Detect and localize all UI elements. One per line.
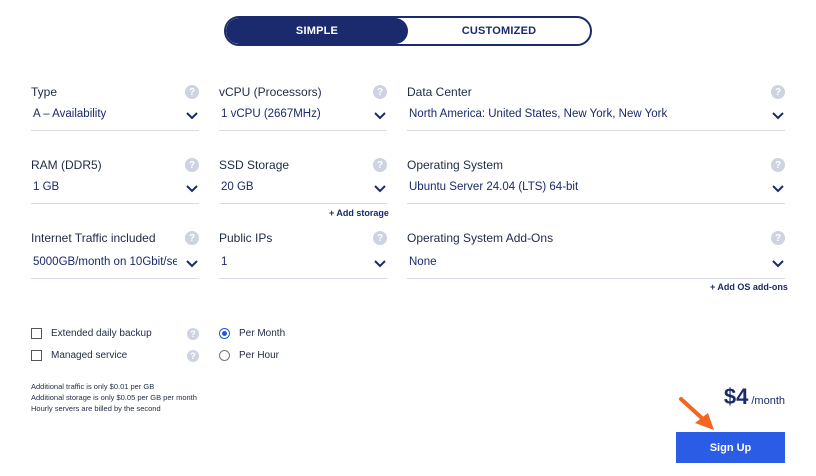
chevron-down-icon: [186, 185, 198, 193]
ram-select[interactable]: 1 GB: [31, 179, 199, 204]
osaddons-select[interactable]: None: [407, 254, 785, 279]
chevron-down-icon: [374, 260, 386, 268]
datacenter-label: Data Center: [407, 85, 472, 99]
chevron-down-icon: [772, 185, 784, 193]
ips-select[interactable]: 1: [219, 254, 387, 279]
managed-checkbox[interactable]: [31, 350, 42, 361]
ram-help-icon[interactable]: ?: [185, 158, 199, 172]
ssd-value: 20 GB: [221, 181, 254, 193]
price-display: $4 /month: [724, 384, 785, 410]
traffic-value: 5000GB/month on 10Gbit/sec port: [33, 256, 177, 268]
managed-option[interactable]: Managed service: [31, 350, 127, 361]
ssd-help-icon[interactable]: ?: [373, 158, 387, 172]
note-storage: Additional storage is only $0.05 per GB …: [31, 393, 197, 402]
datacenter-value: North America: United States, New York, …: [409, 108, 668, 120]
simple-tab[interactable]: SIMPLE: [226, 18, 408, 44]
backup-help-icon[interactable]: ?: [187, 328, 199, 340]
os-value: Ubuntu Server 24.04 (LTS) 64-bit: [409, 181, 579, 193]
backup-label: Extended daily backup: [51, 328, 152, 339]
chevron-down-icon: [186, 260, 198, 268]
managed-label: Managed service: [51, 350, 128, 361]
backup-option[interactable]: Extended daily backup: [31, 328, 152, 339]
ram-field: RAM (DDR5) ? 1 GB: [31, 157, 199, 204]
price-amount: $4: [723, 384, 749, 409]
ssd-field: SSD Storage ? 20 GB: [219, 157, 387, 204]
per-month-label: Per Month: [239, 328, 286, 339]
traffic-label: Internet Traffic included: [31, 231, 156, 245]
datacenter-help-icon[interactable]: ?: [771, 85, 785, 99]
ssd-label: SSD Storage: [219, 158, 290, 172]
chevron-down-icon: [772, 260, 784, 268]
vcpu-value: 1 vCPU (2667MHz): [221, 108, 321, 120]
vcpu-help-icon[interactable]: ?: [373, 85, 387, 99]
per-hour-label: Per Hour: [239, 350, 280, 361]
ram-value: 1 GB: [33, 181, 60, 193]
chevron-down-icon: [374, 185, 386, 193]
osaddons-label: Operating System Add-Ons: [407, 231, 554, 245]
ips-label: Public IPs: [219, 231, 273, 245]
pricing-notes: Additional traffic is only $0.01 per GB …: [31, 381, 197, 414]
datacenter-select[interactable]: North America: United States, New York, …: [407, 106, 785, 131]
per-hour-option[interactable]: Per Hour: [219, 350, 279, 361]
per-month-radio[interactable]: [219, 328, 230, 339]
vcpu-label: vCPU (Processors): [219, 85, 322, 99]
type-select[interactable]: A – Availability: [31, 106, 199, 131]
type-field: Type ? A – Availability: [31, 84, 199, 131]
os-label: Operating System: [407, 158, 504, 172]
note-traffic: Additional traffic is only $0.01 per GB: [31, 382, 155, 391]
osaddons-help-icon[interactable]: ?: [771, 231, 785, 245]
chevron-down-icon: [186, 112, 198, 120]
add-storage-link[interactable]: + Add storage: [329, 208, 389, 218]
osaddons-field: Operating System Add-Ons ? None: [407, 230, 785, 279]
orange-arrow-icon: [679, 397, 714, 430]
chevron-down-icon: [772, 112, 784, 120]
add-os-addons-link[interactable]: + Add OS add-ons: [710, 282, 788, 292]
ips-field: Public IPs ? 1: [219, 230, 387, 279]
per-hour-radio[interactable]: [219, 350, 230, 361]
traffic-select[interactable]: 5000GB/month on 10Gbit/sec port: [31, 254, 199, 279]
os-select[interactable]: Ubuntu Server 24.04 (LTS) 64-bit: [407, 179, 785, 204]
vcpu-field: vCPU (Processors) ? 1 vCPU (2667MHz): [219, 84, 387, 131]
osaddons-value: None: [409, 256, 437, 268]
note-hourly: Hourly servers are billed by the second: [31, 404, 161, 413]
ram-label: RAM (DDR5): [31, 158, 102, 172]
traffic-field: Internet Traffic included ? 5000GB/month…: [31, 230, 199, 279]
os-help-icon[interactable]: ?: [771, 158, 785, 172]
type-help-icon[interactable]: ?: [185, 85, 199, 99]
type-label: Type: [31, 85, 58, 99]
per-month-option[interactable]: Per Month: [219, 328, 285, 339]
sign-up-button[interactable]: Sign Up: [676, 432, 785, 463]
chevron-down-icon: [374, 112, 386, 120]
datacenter-field: Data Center ? North America: United Stat…: [407, 84, 785, 131]
ips-value: 1: [221, 256, 228, 268]
ips-help-icon[interactable]: ?: [373, 231, 387, 245]
os-field: Operating System ? Ubuntu Server 24.04 (…: [407, 157, 785, 204]
plan-mode-toggle: SIMPLE CUSTOMIZED: [224, 16, 592, 46]
price-period: /month: [751, 395, 785, 407]
ssd-select[interactable]: 20 GB: [219, 179, 387, 204]
traffic-help-icon[interactable]: ?: [185, 231, 199, 245]
type-value: A – Availability: [33, 108, 107, 120]
customized-tab[interactable]: CUSTOMIZED: [408, 18, 590, 44]
managed-help-icon[interactable]: ?: [187, 350, 199, 362]
backup-checkbox[interactable]: [31, 328, 42, 339]
vcpu-select[interactable]: 1 vCPU (2667MHz): [219, 106, 387, 131]
